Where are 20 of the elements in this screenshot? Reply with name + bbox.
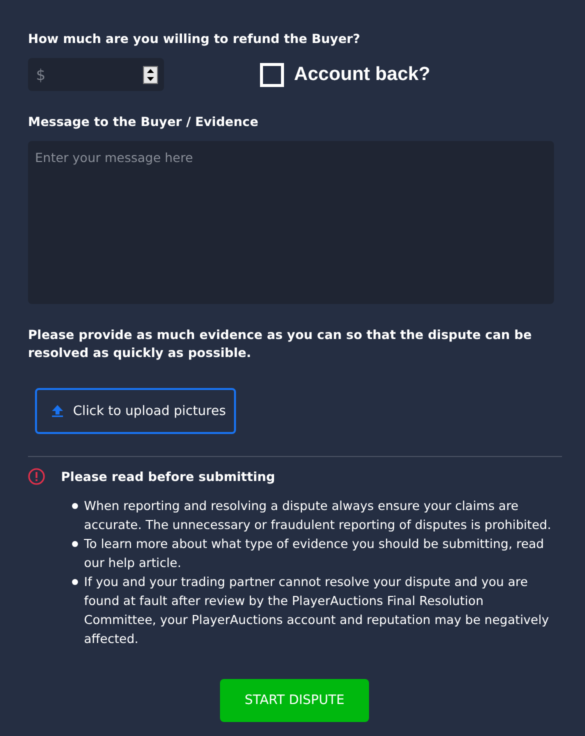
notice-item: To learn more about what type of evidence you should be submitting, read our help article. [84, 536, 545, 572]
refund-label: How much are you willing to refund the Buyer? [28, 30, 362, 48]
message-label: Message to the Buyer / Evidence [28, 113, 260, 131]
spinner-icon[interactable] [143, 66, 158, 84]
amount-field[interactable]: $ [28, 58, 164, 91]
account-back-label: Account back? [294, 64, 430, 86]
bullet-icon [72, 579, 78, 585]
notice-item: When reporting and resolving a dispute always ensure your claims are accurate. The unnecessary or fraudulent reporting of disputes is prohibited. [84, 498, 552, 534]
notice-title: Please read before submitting [61, 469, 276, 484]
currency-prefix: $ [36, 66, 47, 84]
warning-icon [28, 468, 45, 485]
bullet-icon [72, 503, 78, 509]
notice-item: If you and your trading partner cannot resolve your dispute and you are found at fault after review by the PlayerAuctions Final Resolution Committee, your PlayerAuctions account and reputation may be negatively affected. [84, 574, 550, 648]
upload-button[interactable]: Click to upload pictures [35, 388, 236, 434]
account-back-checkbox[interactable] [260, 62, 284, 86]
upload-icon [52, 405, 63, 417]
start-dispute-button[interactable]: START DISPUTE [220, 679, 369, 722]
bullet-icon [72, 541, 78, 547]
message-field[interactable]: Enter your message here [28, 141, 554, 304]
evidence-text: Please provide as much evidence as you can so that the dispute can be resolved as quickly as possible. [28, 326, 533, 362]
